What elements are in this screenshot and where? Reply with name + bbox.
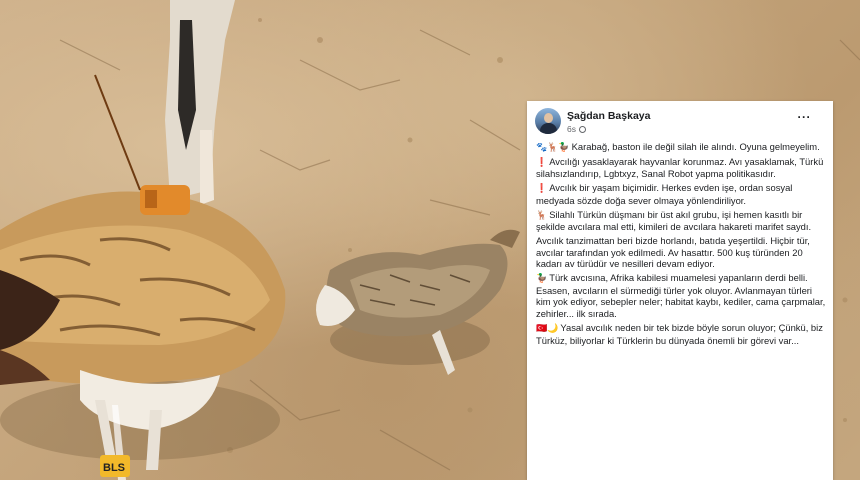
post-paragraph: 🦌 Silahlı Türkün düşmanı bir üst akıl gru…	[536, 208, 812, 233]
exclamation-icon: ❗	[536, 183, 548, 194]
globe-icon	[578, 126, 586, 133]
post-paragraph: ❗ Avcılığı yasaklayarak hayvanlar korunma…	[536, 155, 824, 180]
post-time[interactable]: 6s	[567, 124, 576, 134]
post-header: Şağdan Başkaya 6s ···	[535, 108, 825, 138]
deer-emoji-icon: 🦌	[536, 209, 548, 220]
flag-moon-emoji-icon: 🇹🇷🌙	[536, 322, 559, 333]
author-name[interactable]: Şağdan Başkaya	[567, 110, 650, 122]
post-meta: 6s	[567, 124, 586, 134]
animal-emoji-icon: 🐾🦌🦆	[536, 142, 570, 152]
exclamation-icon: ❗	[536, 156, 548, 167]
post-paragraph: 🦆 Türk avcısına, Afrika kabilesi muameles…	[536, 272, 826, 320]
author-avatar[interactable]	[535, 108, 561, 134]
post-paragraph: Avcılık tanzimattan beri bizde horlandı,…	[536, 234, 810, 270]
post-text: 🐾🦌🦆 Karabağ, baston ile değil silah ile a…	[536, 141, 828, 348]
social-post-card: Şağdan Başkaya 6s ··· 🐾🦌🦆 Karabağ, baston…	[527, 101, 833, 480]
post-paragraph: ❗ Avcılık bir yaşam biçimidir. Herkes evd…	[536, 182, 793, 206]
post-paragraph: 🐾🦌🦆 Karabağ, baston ile değil silah ile a…	[536, 141, 820, 152]
more-options-button[interactable]: ···	[798, 110, 812, 124]
post-paragraph: 🇹🇷🌙 Yasal avcılık neden bir tek bizde böy…	[536, 321, 823, 346]
duck-emoji-icon: 🦆	[536, 273, 548, 284]
leg-ring-tag: BLS	[103, 462, 125, 474]
